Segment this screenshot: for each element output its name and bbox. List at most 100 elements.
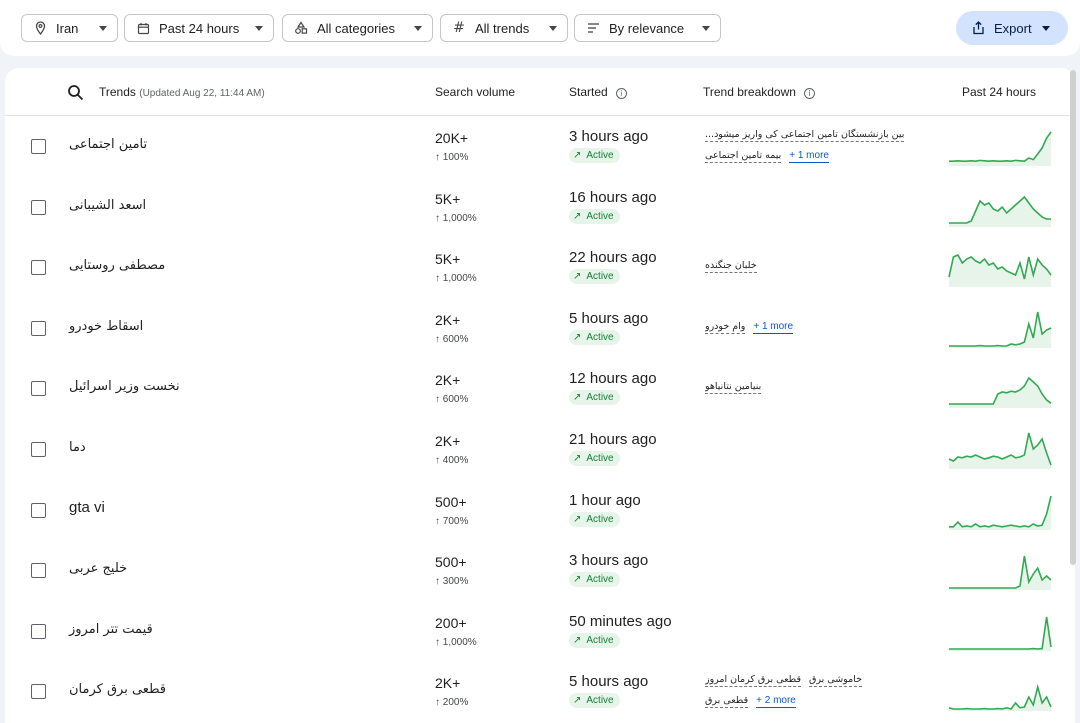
chevron-down-icon	[255, 25, 263, 31]
started-header[interactable]: Started i	[569, 85, 627, 99]
row-checkbox[interactable]	[31, 502, 46, 518]
breakdown-chip[interactable]: قطعی برق	[705, 694, 749, 709]
status-label: Active	[586, 331, 614, 343]
trend-name[interactable]: اسعد الشیبانی	[69, 198, 146, 213]
breakdown-header: Trend breakdown i	[703, 85, 815, 99]
time-filter-button[interactable]: Past 24 hours	[124, 14, 274, 42]
status-badge: ↗ Active	[569, 208, 620, 224]
table-row[interactable]: اسقاط خودرو 2K+ ↑ 600% 5 hours ago ↗ Active وا…	[5, 298, 1075, 359]
search-volume: 5K+	[435, 190, 461, 207]
table-row[interactable]: مصطفی روستایی 5K+ ↑ 1,000% 22 hours ago ↗ Act…	[5, 237, 1075, 298]
sparkline-chart	[948, 254, 1052, 288]
row-checkbox[interactable]	[31, 260, 46, 276]
geo-filter-label: Iran	[56, 20, 79, 36]
status-label: Active	[586, 392, 614, 404]
breakdown-chip[interactable]: بنیامین نتانیاهو	[705, 380, 762, 395]
filter-bar: Iran Past 24 hours All categories # All …	[0, 0, 1080, 56]
trend-name[interactable]: اسقاط خودرو	[69, 319, 143, 334]
info-icon[interactable]: i	[615, 88, 627, 99]
volume-change: ↑ 1,000%	[435, 273, 477, 285]
category-icon	[293, 20, 309, 36]
started-time: 5 hours ago	[569, 309, 649, 327]
trends-filter-button[interactable]: # All trends	[440, 14, 568, 42]
search-icon[interactable]	[67, 84, 85, 102]
row-checkbox[interactable]	[31, 199, 46, 215]
trend-name[interactable]: خلیج عربی	[69, 561, 127, 576]
row-checkbox[interactable]	[31, 442, 46, 457]
trend-name[interactable]: مصطفی روستایی	[69, 258, 165, 273]
table-row[interactable]: دما 2K+ ↑ 400% 21 hours ago ↗ Active	[5, 419, 1075, 480]
table-row[interactable]: اسعد الشیبانی 5K+ ↑ 1,000% 16 hours ago ↗ Act…	[5, 177, 1075, 238]
trending-up-icon: ↗	[573, 513, 582, 525]
more-link[interactable]: + 1 more	[789, 149, 829, 163]
status-label: Active	[586, 210, 614, 222]
search-volume: 2K+	[435, 433, 461, 449]
status-badge: ↗ Active	[569, 390, 620, 406]
sparkline-chart	[949, 495, 1052, 530]
search-volume: 2K+	[435, 372, 461, 389]
search-volume: 2K+	[435, 675, 461, 692]
trend-name[interactable]: gta vi	[69, 499, 105, 516]
row-checkbox[interactable]	[31, 684, 46, 700]
row-checkbox[interactable]	[31, 139, 46, 154]
volume-change: ↑ 1,000%	[435, 636, 477, 648]
status-badge: ↗ Active	[569, 269, 620, 285]
sparkline-area	[949, 255, 1051, 288]
sparkline-chart	[948, 684, 1052, 712]
table-row[interactable]: قیمت تتر امروز 200+ ↑ 1,000% 50 minutes ago…	[5, 601, 1075, 662]
breakdown-chip[interactable]: بیمه تامین اجتماعی	[705, 149, 782, 163]
status-label: Active	[586, 695, 614, 707]
status-badge: ↗ Active	[569, 451, 620, 466]
trending-up-icon: ↗	[573, 695, 582, 707]
volume-change: ↑ 600%	[435, 394, 469, 406]
search-volume-header[interactable]: Search volume	[435, 85, 515, 99]
trend-name[interactable]: قیمت تتر امروز	[69, 622, 153, 637]
table-row[interactable]: قطعی برق کرمان 2K+ ↑ 200% 5 hours ago ↗ Activ…	[5, 661, 1075, 722]
chevron-down-icon	[99, 25, 107, 31]
trend-breakdown: خلبان جنگنده	[705, 259, 920, 280]
chevron-down-icon	[414, 25, 422, 31]
table-row[interactable]: خلیج عربی 500+ ↑ 300% 3 hours ago ↗ Active	[5, 540, 1075, 601]
table-row[interactable]: نخست وزیر اسرائیل 2K+ ↑ 600% 12 hours ago ↗ A…	[5, 358, 1075, 419]
sparkline-chart	[949, 195, 1051, 227]
breakdown-chip[interactable]: قطعی برق کرمان امروز	[705, 673, 802, 688]
row-checkbox[interactable]	[31, 563, 46, 579]
status-label: Active	[586, 150, 614, 161]
scrollbar[interactable]	[1070, 70, 1076, 565]
row-checkbox[interactable]	[31, 623, 46, 639]
started-time: 1 hour ago	[569, 491, 641, 509]
started-time: 12 hours ago	[569, 370, 657, 388]
more-link[interactable]: + 1 more	[753, 320, 794, 334]
row-checkbox[interactable]	[31, 381, 46, 397]
breakdown-chip[interactable]: وام خودرو	[705, 320, 746, 334]
geo-filter-button[interactable]: Iran	[21, 14, 118, 42]
table-row[interactable]: gta vi 500+ ↑ 700% 1 hour ago ↗ Active	[5, 480, 1075, 541]
volume-change: ↑ 700%	[435, 515, 469, 527]
trend-name[interactable]: قطعی برق کرمان	[69, 682, 166, 697]
breakdown-chip[interactable]: خاموشی برق	[809, 673, 862, 688]
sort-button[interactable]: By relevance	[574, 14, 721, 42]
share-icon	[970, 20, 986, 36]
volume-change: ↑ 200%	[435, 697, 469, 709]
past-24h-header: Past 24 hours	[962, 85, 1037, 99]
more-link[interactable]: + 2 more	[756, 694, 796, 709]
breakdown-chip[interactable]: ...بین بازنشستگان تامین اجتماعی کی واریز…	[705, 128, 905, 142]
status-badge: ↗ Active	[569, 148, 620, 163]
trend-name[interactable]: تامین اجتماعی	[69, 137, 147, 152]
status-badge: ↗ Active	[569, 693, 620, 709]
status-badge: ↗ Active	[569, 632, 620, 648]
status-label: Active	[586, 453, 614, 464]
breakdown-chip[interactable]: خلبان جنگنده	[705, 259, 757, 274]
trending-up-icon: ↗	[573, 634, 582, 646]
info-icon[interactable]: i	[803, 88, 815, 99]
started-time: 22 hours ago	[569, 249, 657, 267]
export-button[interactable]: Export	[956, 11, 1068, 45]
row-checkbox[interactable]	[31, 320, 46, 336]
started-time: 21 hours ago	[569, 431, 657, 448]
trends-column-header: Trends (Updated Aug 22, 11:44 AM)	[99, 85, 265, 99]
category-filter-button[interactable]: All categories	[282, 14, 433, 42]
trend-name[interactable]: نخست وزیر اسرائیل	[69, 379, 180, 394]
trend-name[interactable]: دما	[69, 440, 86, 455]
table-row[interactable]: تامین اجتماعی 20K+ ↑ 100% 3 hours ago ↗ Activ…	[5, 116, 1075, 177]
chevron-down-icon	[702, 25, 710, 31]
